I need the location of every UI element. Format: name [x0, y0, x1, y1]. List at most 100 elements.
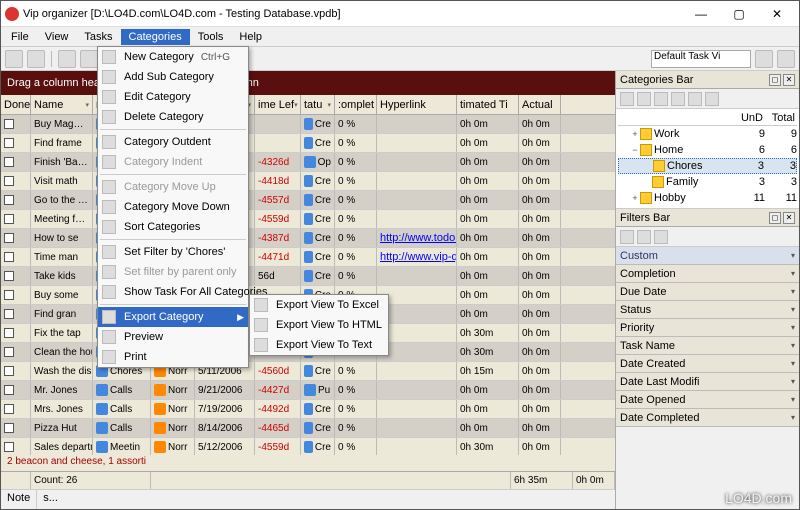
checkbox[interactable] [4, 442, 14, 452]
close-button[interactable]: ✕ [759, 4, 795, 24]
cat-edit-icon[interactable] [654, 92, 668, 106]
checkbox[interactable] [4, 290, 14, 300]
filter-date-last-modifi[interactable]: Date Last Modifi▾ [616, 373, 799, 391]
col-timeleft[interactable]: ime Lef▾ [255, 95, 301, 114]
tree-item-chores[interactable]: Chores33 [618, 158, 797, 174]
filter-date-completed[interactable]: Date Completed▾ [616, 409, 799, 427]
col-estimated[interactable]: timated Ti [457, 95, 519, 114]
table-row[interactable]: Finish 'Ba…ngNorr12/31/2006-4326dOp0 %0h… [1, 153, 615, 172]
menu-item-export-view-to-excel[interactable]: Export View To Excel [250, 295, 388, 315]
menu-item-category-outdent[interactable]: Category Outdent [98, 132, 248, 152]
menu-categories[interactable]: Categories [121, 29, 190, 45]
cat-sub-icon[interactable] [637, 92, 651, 106]
note-label[interactable]: Note [1, 490, 37, 509]
table-row[interactable]: Take kids56dCre0 %0h 0m0h 0m [1, 267, 615, 286]
filter-date-created[interactable]: Date Created▾ [616, 355, 799, 373]
menu-item-export-view-to-html[interactable]: Export View To HTML [250, 315, 388, 335]
hyperlink[interactable]: http://www.todolists [380, 232, 457, 244]
col-actual[interactable]: Actual [519, 95, 561, 114]
table-row[interactable]: Buy Mag…inUrgeCre0 %0h 0m0h 0m [1, 115, 615, 134]
checkbox[interactable] [4, 271, 14, 281]
group-by-header[interactable]: Drag a column header here to group by th… [1, 71, 615, 95]
checkbox[interactable] [4, 157, 14, 167]
table-row[interactable]: Mr. JonesCallsNorr9/21/2006-4427dPu0 %0h… [1, 381, 615, 400]
col-status[interactable]: tatu▾ [301, 95, 335, 114]
menu-view[interactable]: View [37, 29, 77, 45]
tb-view-delete-icon[interactable] [777, 50, 795, 68]
tree-item-work[interactable]: +Work99 [618, 126, 797, 142]
menu-item-set-filter-by-chores-[interactable]: Set Filter by 'Chores' [98, 242, 248, 262]
tb-save-icon[interactable] [80, 50, 98, 68]
table-row[interactable]: Go to the …ngLowe5/14/2006-4557dCre0 %0h… [1, 191, 615, 210]
panel-close-icon[interactable]: ✕ [783, 212, 795, 224]
tb-print-icon[interactable] [58, 50, 76, 68]
table-row[interactable]: Meeting f…ngNorr5/12/2006-4559dCre0 %0h … [1, 210, 615, 229]
filter-del-icon[interactable] [637, 230, 651, 244]
tree-item-family[interactable]: Family33 [618, 174, 797, 190]
tree-item-hobby[interactable]: +Hobby1111 [618, 190, 797, 206]
menu-tasks[interactable]: Tasks [76, 29, 120, 45]
checkbox[interactable] [4, 195, 14, 205]
view-selector[interactable]: Default Task Vi [651, 50, 751, 68]
menu-item-category-move-down[interactable]: Category Move Down [98, 197, 248, 217]
table-row[interactable]: How to sedirHigh10/31/2006-4387dCre0 %ht… [1, 229, 615, 248]
checkbox[interactable] [4, 309, 14, 319]
pin-icon[interactable]: ◻ [769, 74, 781, 86]
menu-file[interactable]: File [3, 29, 37, 45]
checkbox[interactable] [4, 423, 14, 433]
checkbox[interactable] [4, 252, 14, 262]
pin-icon[interactable]: ◻ [769, 212, 781, 224]
filter-due-date[interactable]: Due Date▾ [616, 283, 799, 301]
menu-item-edit-category[interactable]: Edit Category [98, 87, 248, 107]
col-done[interactable]: Done▾ [1, 95, 31, 114]
col-name[interactable]: Name▾ [31, 95, 93, 114]
panel-close-icon[interactable]: ✕ [783, 74, 795, 86]
cat-new-icon[interactable] [620, 92, 634, 106]
menu-item-show-task-for-all-categories[interactable]: Show Task For All Categories [98, 282, 248, 302]
menu-item-preview[interactable]: Preview [98, 327, 248, 347]
filter-status[interactable]: Status▾ [616, 301, 799, 319]
tb-new-icon[interactable] [5, 50, 23, 68]
table-row[interactable]: Visit mathngNorr9/30/2006-4418dCre0 %0h … [1, 172, 615, 191]
menu-item-add-sub-category[interactable]: Add Sub Category [98, 67, 248, 87]
checkbox[interactable] [4, 404, 14, 414]
table-row[interactable]: Pizza HutCallsNorr8/14/2006-4465dCre0 %0… [1, 419, 615, 438]
cat-del-icon[interactable] [671, 92, 685, 106]
filter-completion[interactable]: Completion▾ [616, 265, 799, 283]
filter-priority[interactable]: Priority▾ [616, 319, 799, 337]
menu-item-sort-categories[interactable]: Sort Categories [98, 217, 248, 237]
maximize-button[interactable]: ▢ [721, 4, 757, 24]
table-row[interactable]: Wash the dishesChoresNorr5/11/2006-4560d… [1, 362, 615, 381]
filter-date-opened[interactable]: Date Opened▾ [616, 391, 799, 409]
checkbox[interactable] [4, 233, 14, 243]
menu-item-print[interactable]: Print [98, 347, 248, 367]
note-value[interactable]: s... [37, 490, 615, 509]
checkbox[interactable] [4, 119, 14, 129]
filter-custom[interactable]: Custom▾ [616, 247, 799, 265]
filter-clear-icon[interactable] [654, 230, 668, 244]
table-row[interactable]: Time mandirNorr8/9/2006-4471dCre0 %http:… [1, 248, 615, 267]
tb-view-save-icon[interactable] [755, 50, 773, 68]
checkbox[interactable] [4, 214, 14, 224]
menu-tools[interactable]: Tools [190, 29, 232, 45]
col-complete[interactable]: :omplet [335, 95, 377, 114]
menu-help[interactable]: Help [231, 29, 270, 45]
minimize-button[interactable]: — [683, 4, 719, 24]
filter-add-icon[interactable] [620, 230, 634, 244]
checkbox[interactable] [4, 176, 14, 186]
cat-up-icon[interactable] [688, 92, 702, 106]
col-hyperlink[interactable]: Hyperlink [377, 95, 457, 114]
table-row[interactable]: Mrs. JonesCallsNorr7/19/2006-4492dCre0 %… [1, 400, 615, 419]
table-row[interactable]: Sales departmentMeetinNorr5/12/2006-4559… [1, 438, 615, 455]
menu-item-export-view-to-text[interactable]: Export View To Text [250, 335, 388, 355]
filter-task-name[interactable]: Task Name▾ [616, 337, 799, 355]
checkbox[interactable] [4, 366, 14, 376]
menu-item-export-category[interactable]: Export Category▶ [98, 307, 248, 327]
tb-open-icon[interactable] [27, 50, 45, 68]
checkbox[interactable] [4, 385, 14, 395]
menu-item-new-category[interactable]: New CategoryCtrl+G [98, 47, 248, 67]
hyperlink[interactable]: http://www.vip-qualit [380, 251, 457, 263]
cat-down-icon[interactable] [705, 92, 719, 106]
checkbox[interactable] [4, 328, 14, 338]
menu-item-delete-category[interactable]: Delete Category [98, 107, 248, 127]
